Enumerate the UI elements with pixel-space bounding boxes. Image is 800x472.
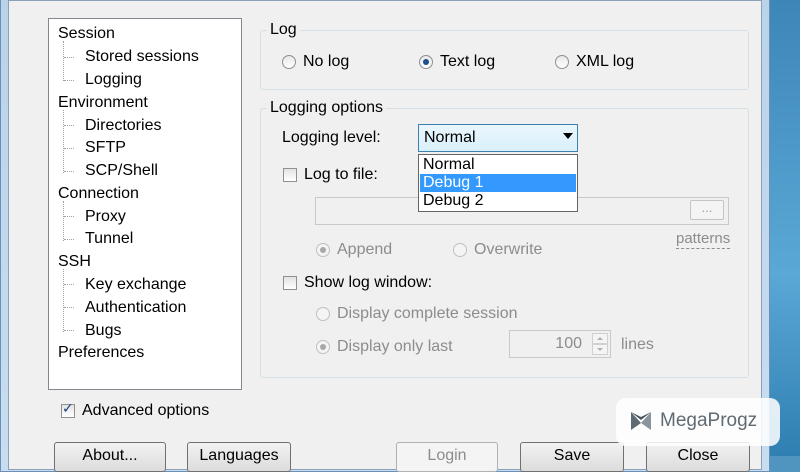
tree-item-logging[interactable]: Logging <box>85 70 142 90</box>
tree-item-bugs[interactable]: Bugs <box>85 321 121 341</box>
dropdown-option-debug-1[interactable]: Debug 1 <box>420 174 576 192</box>
log-to-file-checkbox[interactable] <box>283 168 297 182</box>
tree-connector <box>64 307 74 308</box>
browse-button[interactable]: ... <box>690 200 724 220</box>
advanced-options-label[interactable]: Advanced options <box>82 401 209 421</box>
overwrite-radio[interactable] <box>453 243 467 257</box>
display-only-last-label[interactable]: Display only last <box>337 337 453 357</box>
tree-connector <box>64 284 74 285</box>
languages-button[interactable]: Languages <box>187 442 291 472</box>
tree-connector <box>63 201 64 241</box>
tree-item-authentication[interactable]: Authentication <box>85 298 186 318</box>
settings-tree[interactable]: Session Stored sessions Logging Environm… <box>48 18 242 390</box>
display-complete-session-radio[interactable] <box>316 307 330 321</box>
desktop-background <box>770 0 800 456</box>
show-log-window-checkbox[interactable] <box>283 276 297 290</box>
append-label[interactable]: Append <box>337 240 392 260</box>
log-group-title: Log <box>267 21 300 39</box>
tree-item-connection[interactable]: Connection <box>58 184 139 204</box>
tree-connector <box>64 148 74 149</box>
overwrite-label[interactable]: Overwrite <box>474 240 542 260</box>
tree-item-stored-sessions[interactable]: Stored sessions <box>85 47 199 67</box>
tree-connector <box>64 80 74 81</box>
tree-connector <box>63 269 64 332</box>
patterns-link[interactable]: patterns <box>676 230 731 249</box>
stepper-up-icon[interactable] <box>592 333 608 344</box>
megaprogz-logo-icon <box>631 412 651 430</box>
append-radio[interactable] <box>316 243 330 257</box>
close-button[interactable]: Close <box>646 442 750 472</box>
tree-connector <box>64 57 74 58</box>
tree-connector <box>64 125 74 126</box>
advanced-options-checkbox[interactable] <box>61 401 75 418</box>
tree-item-sftp[interactable]: SFTP <box>85 138 126 158</box>
tree-connector <box>64 330 74 331</box>
logging-level-label: Logging level: <box>282 129 381 146</box>
save-button[interactable]: Save <box>520 442 624 472</box>
watermark: MegaProgz <box>616 398 780 446</box>
tree-connector <box>63 110 64 173</box>
display-complete-session-label[interactable]: Display complete session <box>337 304 518 324</box>
logging-level-value: Normal <box>424 129 476 146</box>
dropdown-option-debug-2[interactable]: Debug 2 <box>420 192 576 210</box>
tree-connector <box>64 239 74 240</box>
text-log-label[interactable]: Text log <box>440 52 495 72</box>
no-log-radio[interactable] <box>282 55 296 69</box>
no-log-label[interactable]: No log <box>303 52 349 72</box>
show-log-window-label[interactable]: Show log window: <box>304 273 432 293</box>
chevron-down-icon <box>563 133 573 139</box>
tree-item-tunnel[interactable]: Tunnel <box>85 229 133 249</box>
watermark-text: MegaProgz <box>660 410 758 431</box>
logging-level-dropdown[interactable]: Normal Debug 1 Debug 2 <box>418 154 578 212</box>
tree-item-environment[interactable]: Environment <box>58 93 148 113</box>
tree-connector <box>64 216 74 217</box>
logging-level-select[interactable]: Normal <box>418 124 578 152</box>
tree-item-preferences[interactable]: Preferences <box>58 343 144 363</box>
display-only-last-radio[interactable] <box>316 340 330 354</box>
log-to-file-label[interactable]: Log to file: <box>304 165 378 185</box>
tree-item-proxy[interactable]: Proxy <box>85 207 126 227</box>
lines-label: lines <box>621 336 654 353</box>
login-button[interactable]: Login <box>396 442 498 472</box>
lines-count-stepper[interactable]: 100 <box>509 330 611 358</box>
stepper-buttons <box>592 333 608 355</box>
lines-count-value: 100 <box>555 335 582 352</box>
text-log-radio[interactable] <box>419 55 433 69</box>
xml-log-label[interactable]: XML log <box>576 52 634 72</box>
tree-item-directories[interactable]: Directories <box>85 116 161 136</box>
dropdown-option-normal[interactable]: Normal <box>420 156 576 174</box>
tree-item-session[interactable]: Session <box>58 24 115 44</box>
tree-item-scp-shell[interactable]: SCP/Shell <box>85 161 158 181</box>
stepper-down-icon[interactable] <box>592 344 608 355</box>
tree-connector <box>63 41 64 81</box>
tree-item-ssh[interactable]: SSH <box>58 252 91 272</box>
xml-log-radio[interactable] <box>555 55 569 69</box>
logging-options-title: Logging options <box>267 99 386 117</box>
tree-item-key-exchange[interactable]: Key exchange <box>85 275 186 295</box>
tree-connector <box>64 171 74 172</box>
about-button[interactable]: About... <box>54 442 166 472</box>
